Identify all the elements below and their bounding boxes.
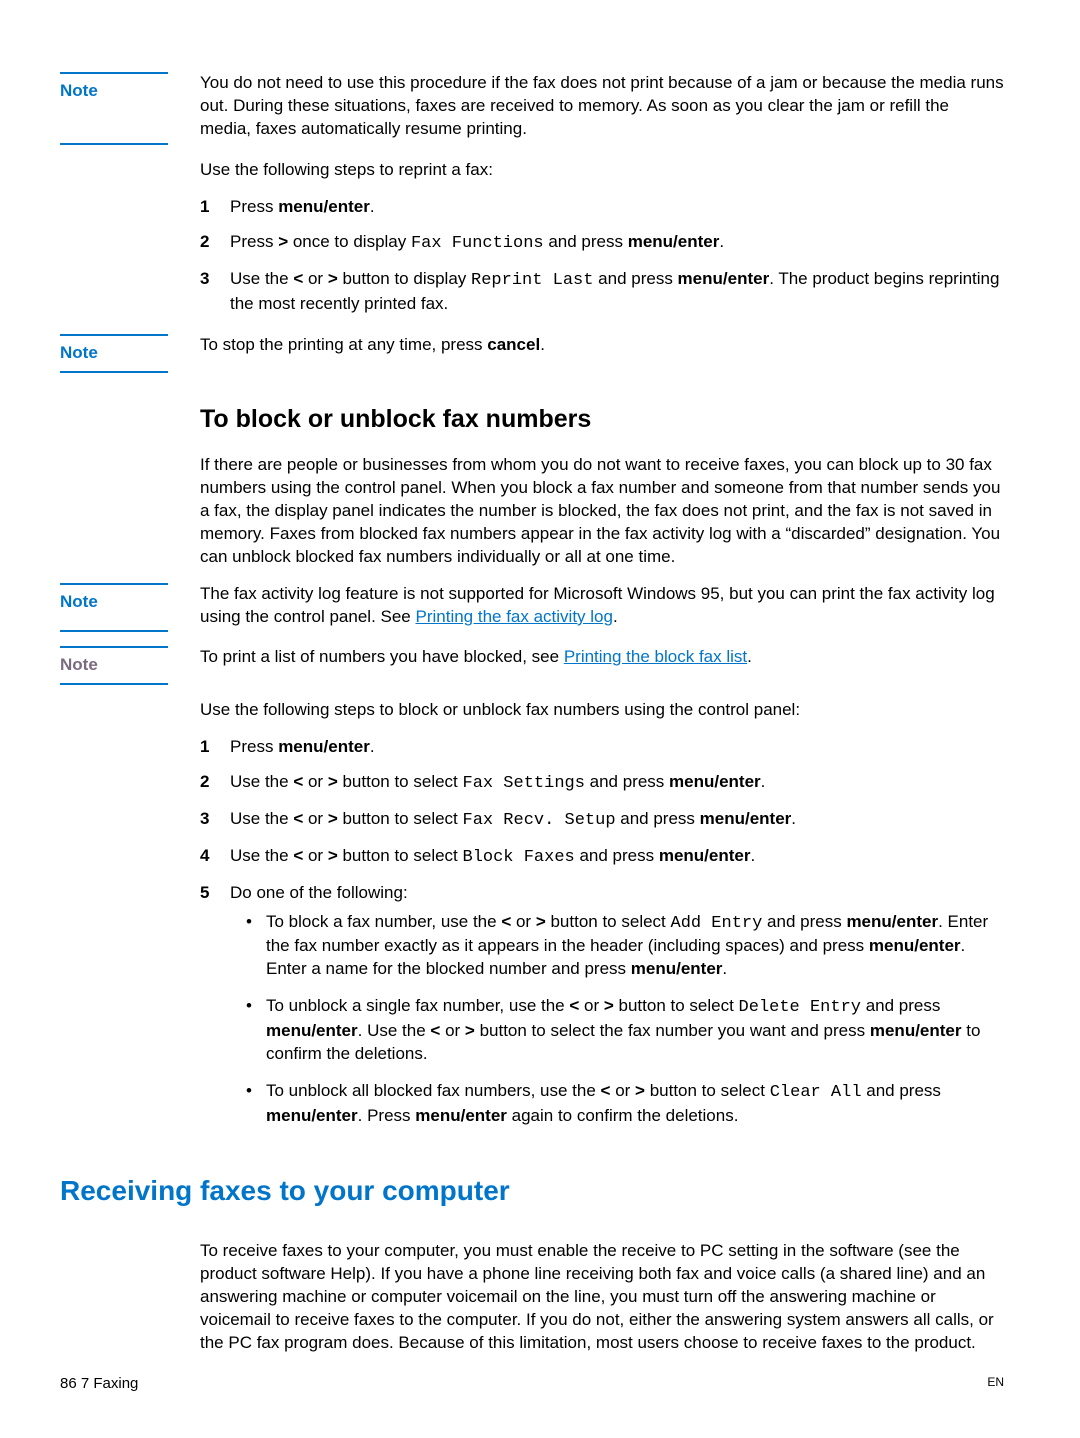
bullet-3: To unblock all blocked fax numbers, use … (230, 1080, 1004, 1128)
note-rule-top (60, 334, 168, 336)
note-rule-bottom (60, 371, 168, 373)
step-2: 2 Press > once to display Fax Functions … (200, 231, 1004, 256)
step-text: Use the < or > button to select Fax Sett… (230, 771, 1004, 796)
note-rule-bottom (60, 630, 168, 632)
sub-bullets: To block a fax number, use the < or > bu… (230, 911, 1004, 1129)
note-rule-bottom (60, 143, 168, 145)
block-section: To block or unblock fax numbers If there… (200, 403, 1004, 569)
step-number: 4 (200, 845, 230, 868)
step-5: 5 Do one of the following: To block a fa… (200, 882, 1004, 1142)
note-label: Note (60, 342, 200, 365)
note-label: Note (60, 591, 200, 614)
note-gutter: Note (60, 646, 200, 685)
block-para: If there are people or businesses from w… (200, 454, 1004, 569)
note-block-2: Note To stop the printing at any time, p… (60, 334, 1004, 373)
block-steps: 1 Press menu/enter. 2 Use the < or > but… (200, 736, 1004, 1142)
note-body: To stop the printing at any time, press … (200, 334, 1004, 357)
note-rule-top (60, 646, 168, 648)
step-text: Press menu/enter. (230, 736, 1004, 759)
receive-body: To receive faxes to your computer, you m… (200, 1240, 1004, 1355)
step-number: 1 (200, 736, 230, 759)
note-block-4: Note To print a list of numbers you have… (60, 646, 1004, 685)
footer-right: EN (987, 1374, 1004, 1394)
bullet-2: To unblock a single fax number, use the … (230, 995, 1004, 1066)
document-page: Note You do not need to use this procedu… (0, 0, 1080, 1438)
note-body: To print a list of numbers you have bloc… (200, 646, 1004, 669)
note-label: Note (60, 654, 200, 677)
note-body: You do not need to use this procedure if… (200, 72, 1004, 141)
note-block-1: Note You do not need to use this procedu… (60, 72, 1004, 145)
step-3: 3 Use the < or > button to select Fax Re… (200, 808, 1004, 833)
step-text: Use the < or > button to select Fax Recv… (230, 808, 1004, 833)
note-rule-bottom (60, 683, 168, 685)
intro-text: Use the following steps to block or unbl… (200, 699, 1004, 722)
step-number: 5 (200, 882, 230, 905)
note-block-3: Note The fax activity log feature is not… (60, 583, 1004, 632)
step-1: 1 Press menu/enter. (200, 736, 1004, 759)
note-label: Note (60, 80, 200, 103)
block-steps-container: Use the following steps to block or unbl… (200, 699, 1004, 1142)
note-rule-top (60, 72, 168, 74)
step-text: Press > once to display Fax Functions an… (230, 231, 1004, 256)
step-text: Use the < or > button to display Reprint… (230, 268, 1004, 316)
footer-left: 86 7 Faxing (60, 1374, 138, 1394)
step-2: 2 Use the < or > button to select Fax Se… (200, 771, 1004, 796)
step-number: 1 (200, 196, 230, 219)
step-3: 3 Use the < or > button to display Repri… (200, 268, 1004, 316)
step-number: 2 (200, 231, 230, 254)
step-number: 2 (200, 771, 230, 794)
note-body: The fax activity log feature is not supp… (200, 583, 1004, 629)
step-text: Do one of the following: To block a fax … (230, 882, 1004, 1142)
reprint-steps: 1 Press menu/enter. 2 Press > once to di… (200, 196, 1004, 316)
activity-log-link[interactable]: Printing the fax activity log (415, 607, 612, 626)
note-gutter: Note (60, 583, 200, 632)
section-heading: To block or unblock fax numbers (200, 403, 1004, 437)
step-text: Press menu/enter. (230, 196, 1004, 219)
block-list-link[interactable]: Printing the block fax list (564, 647, 747, 666)
intro-text: Use the following steps to reprint a fax… (200, 159, 1004, 182)
step-1: 1 Press menu/enter. (200, 196, 1004, 219)
step-4: 4 Use the < or > button to select Block … (200, 845, 1004, 870)
step-number: 3 (200, 808, 230, 831)
note-rule-top (60, 583, 168, 585)
step-number: 3 (200, 268, 230, 291)
receive-para: To receive faxes to your computer, you m… (200, 1240, 1004, 1355)
chapter-label: 7 Faxing (77, 1375, 139, 1392)
note-gutter: Note (60, 72, 200, 145)
bullet-1: To block a fax number, use the < or > bu… (230, 911, 1004, 982)
page-number: 86 (60, 1375, 77, 1392)
step-text: Use the < or > button to select Block Fa… (230, 845, 1004, 870)
receive-heading: Receiving faxes to your computer (60, 1172, 1004, 1210)
note-gutter: Note (60, 334, 200, 373)
reprint-section: Use the following steps to reprint a fax… (200, 159, 1004, 316)
page-footer: 86 7 Faxing EN (60, 1374, 1004, 1394)
